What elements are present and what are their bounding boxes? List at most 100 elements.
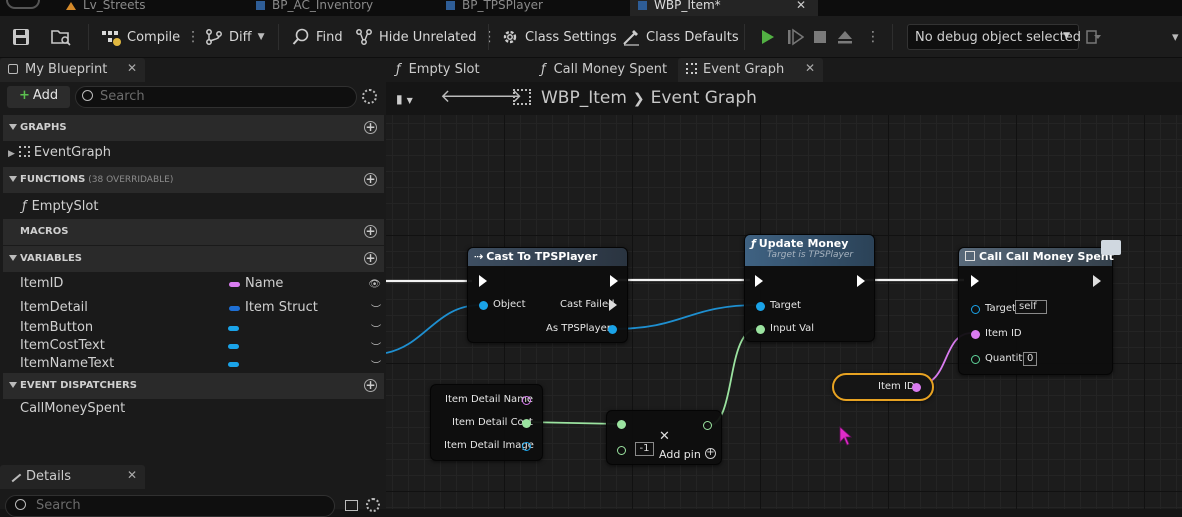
eye-closed-icon[interactable]: ︶	[371, 357, 381, 372]
add-dispatcher-icon[interactable]: +	[364, 379, 377, 392]
item-id-output-pin[interactable]	[912, 383, 921, 392]
find-button[interactable]: Find	[292, 16, 343, 58]
graph-tab-event-graph[interactable]: Event Graph ✕	[678, 58, 823, 82]
add-pin-plus-icon[interactable]: +	[705, 448, 716, 459]
eye-closed-icon[interactable]: ︶	[371, 321, 381, 336]
breadcrumb: WBP_Item ❯ Event Graph	[513, 88, 757, 108]
target-value-field[interactable]: self	[1015, 300, 1047, 314]
exec-in-pin[interactable]	[479, 275, 487, 287]
macros-section-header[interactable]: MACROS +	[3, 219, 384, 245]
breadcrumb-graph[interactable]: Event Graph	[651, 88, 757, 108]
breadcrumb-blueprint[interactable]: WBP_Item	[541, 88, 627, 108]
diff-button[interactable]: Diff ▼	[205, 16, 265, 58]
compile-options-icon[interactable]: ⋮	[186, 29, 200, 45]
close-icon[interactable]: ✕	[127, 468, 137, 482]
add-pin-label[interactable]: Add pin	[659, 448, 701, 461]
exec-out-pin[interactable]	[1093, 275, 1101, 287]
variable-type-pill	[229, 306, 240, 311]
break-item-detail-node[interactable]: Item Detail Name Item Detail Cost Item D…	[430, 384, 543, 461]
debug-filter-button[interactable]	[1086, 16, 1102, 58]
item-id-pin[interactable]	[971, 330, 980, 339]
function-item-emptyslot[interactable]: ƒ EmptySlot	[22, 199, 98, 214]
add-variable-icon[interactable]: +	[364, 252, 377, 265]
exec-out-pin[interactable]	[857, 275, 865, 287]
b-input-pin[interactable]	[617, 446, 626, 455]
quantity-pin[interactable]	[971, 355, 980, 364]
close-icon[interactable]: ✕	[805, 61, 815, 75]
add-macro-icon[interactable]: +	[364, 225, 377, 238]
close-icon[interactable]: ✕	[127, 61, 137, 75]
function-icon: ƒ	[22, 199, 27, 214]
debug-object-select[interactable]: No debug object selected ▼	[907, 24, 1081, 50]
target-pin[interactable]	[756, 302, 765, 311]
eye-closed-icon[interactable]: ︶	[371, 301, 381, 316]
exec-in-pin[interactable]	[971, 275, 979, 287]
add-function-icon[interactable]: +	[364, 173, 377, 186]
variables-section-header[interactable]: VARIABLES +	[3, 246, 384, 272]
functions-section-header[interactable]: FUNCTIONS (38 OVERRIDABLE) +	[3, 167, 384, 193]
item-id-getter-node[interactable]: Item ID	[832, 373, 934, 401]
my-blueprint-tab-label: My Blueprint	[25, 62, 108, 77]
exec-in-pin[interactable]	[755, 275, 763, 287]
target-pin[interactable]	[971, 305, 980, 314]
doc-tab-lv-streets[interactable]: Lv_Streets	[66, 0, 246, 16]
details-tab[interactable]: Details ✕	[0, 465, 145, 489]
add-graph-icon[interactable]: +	[364, 121, 377, 134]
doc-tab-bp-ac-inventory[interactable]: BP_AC_Inventory	[256, 0, 436, 16]
doc-tab-label: BP_TPSPlayer	[462, 0, 543, 12]
details-search-input[interactable]: Search	[5, 495, 335, 517]
doc-tab-wbp-item[interactable]: WBP_Item* ✕	[630, 0, 818, 16]
object-pin[interactable]	[479, 301, 488, 310]
bookmark-button[interactable]: ▮ ▼	[396, 92, 413, 106]
stop-button[interactable]	[812, 16, 828, 58]
details-layout-icon[interactable]	[345, 500, 358, 511]
toolbar-overflow[interactable]: ▾	[1172, 16, 1179, 58]
doc-tab-bp-tpsplayer[interactable]: BP_TPSPlayer	[446, 0, 626, 16]
details-settings-gear-icon[interactable]	[366, 498, 380, 512]
compile-button[interactable]: Compile ⋮	[101, 16, 200, 58]
update-money-node[interactable]: ƒ Update Money Target is TPSPlayer Target…	[744, 234, 875, 342]
graph-item-eventgraph[interactable]: ▶ EventGraph	[8, 145, 111, 160]
play-button[interactable]	[760, 16, 776, 58]
play-options-button[interactable]: ⋮	[866, 16, 880, 58]
multiplier-value-field[interactable]: -1	[635, 442, 654, 456]
close-tab-icon[interactable]: ✕	[796, 0, 806, 11]
class-defaults-icon	[623, 30, 639, 46]
eject-button[interactable]	[836, 16, 854, 58]
blueprint-search-input[interactable]: Search	[75, 86, 357, 108]
hide-unrelated-button[interactable]: Hide Unrelated ⋮	[355, 16, 497, 58]
functions-overridable-count: (38 OVERRIDABLE)	[88, 175, 174, 185]
exec-out-pin[interactable]	[610, 275, 618, 287]
graph-tab-empty-slot[interactable]: ƒ Empty Slot	[386, 58, 531, 82]
cast-icon: ⇢	[474, 250, 484, 263]
input-val-pin[interactable]	[756, 325, 765, 334]
macros-header-label: MACROS	[20, 226, 69, 237]
result-output-pin[interactable]	[703, 421, 712, 430]
item-detail-cost-pin[interactable]	[522, 419, 531, 428]
save-button[interactable]	[12, 16, 30, 58]
my-blueprint-tab[interactable]: My Blueprint ✕	[0, 58, 145, 82]
graphs-section-header[interactable]: GRAPHS +	[3, 115, 384, 141]
class-defaults-button[interactable]: Class Defaults	[622, 16, 739, 58]
class-settings-button[interactable]: Class Settings	[501, 16, 617, 58]
graph-tab-call-money-spent[interactable]: ƒ Call Money Spent	[531, 58, 676, 82]
quantity-value-field[interactable]: 0	[1023, 352, 1037, 366]
a-input-pin[interactable]	[617, 420, 626, 429]
as-tpsplayer-pin[interactable]	[608, 325, 617, 334]
eye-icon[interactable]: 👁	[368, 279, 381, 290]
multiply-node[interactable]: -1 ✕ Add pin +	[606, 410, 722, 465]
step-button[interactable]	[786, 16, 804, 58]
cast-failed-exec-pin[interactable]	[609, 299, 617, 311]
item-detail-image-pin[interactable]	[522, 442, 531, 451]
event-dispatchers-section-header[interactable]: EVENT DISPATCHERS +	[3, 373, 384, 399]
eye-closed-icon[interactable]: ︶	[371, 339, 381, 354]
item-detail-name-pin[interactable]	[522, 396, 531, 405]
browse-button[interactable]	[51, 16, 71, 58]
hide-unrelated-options-icon[interactable]: ⋮	[483, 29, 497, 45]
add-button[interactable]: + Add	[7, 86, 70, 108]
cast-to-tpsplayer-node[interactable]: ⇢ Cast To TPSPlayer Object Cast Failed As…	[467, 247, 628, 343]
event-graph-canvas[interactable]: ⇢ Cast To TPSPlayer Object Cast Failed As…	[386, 115, 1182, 509]
call-money-spent-node[interactable]: Call Call Money Spent Target self Item I…	[958, 240, 1121, 375]
dispatcher-item-callmoneyspent[interactable]: CallMoneySpent	[20, 401, 125, 416]
blueprint-settings-gear-icon[interactable]	[362, 89, 377, 104]
